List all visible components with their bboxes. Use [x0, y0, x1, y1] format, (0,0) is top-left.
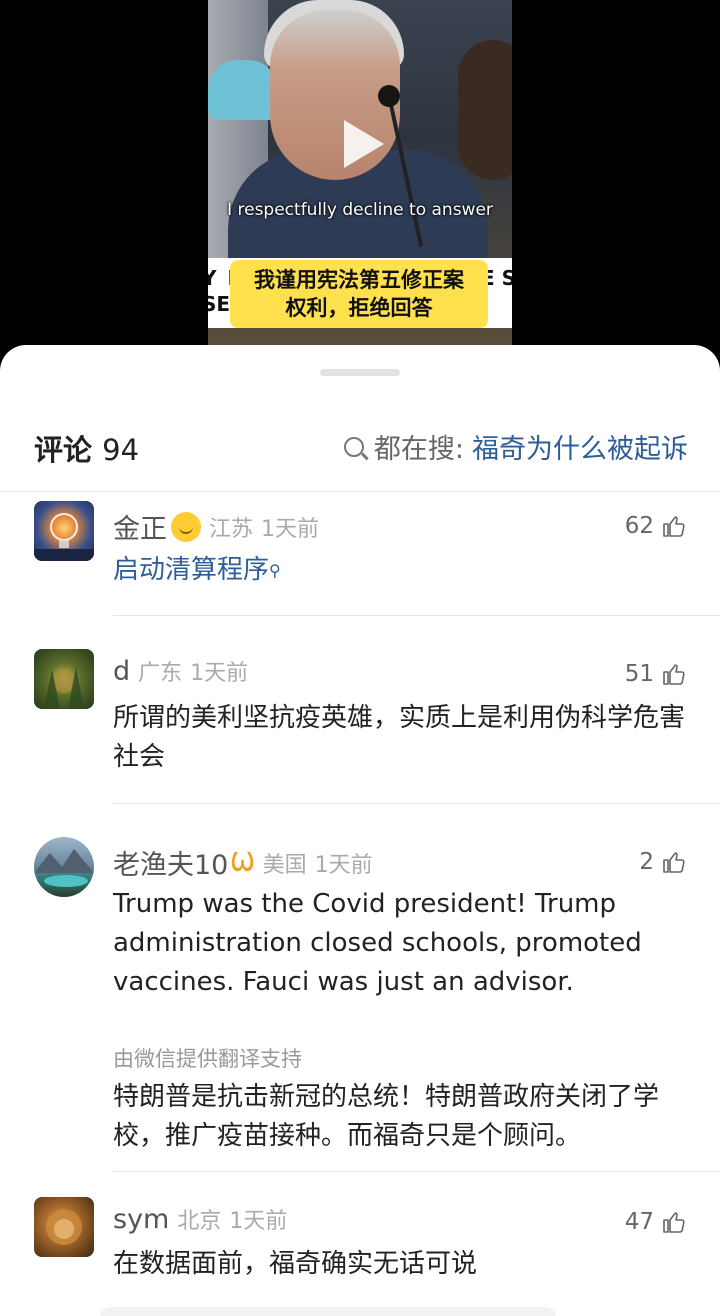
subtitle-chinese-line-2: 权利，拒绝回答 [285, 296, 433, 320]
comments-header: 评论 94 [34, 427, 139, 469]
video-area[interactable]: Y F SEC E S I respectfully decline to an… [0, 0, 720, 365]
sheet-grabber[interactable] [320, 369, 400, 376]
comment-meta: 金正 江苏 1天前 [113, 507, 319, 546]
vip-badge-icon: Ѡ [230, 847, 255, 878]
like-button[interactable]: 51 [625, 661, 686, 687]
search-query-link[interactable]: 福奇为什么被起诉 [472, 427, 688, 466]
trending-search[interactable]: 都在搜: 福奇为什么被起诉 [343, 427, 688, 466]
lightbulb-avatar-icon [34, 513, 94, 561]
comment-divider [113, 1171, 720, 1172]
hug-emoji-icon [171, 511, 201, 542]
like-button[interactable]: 47 [625, 1209, 686, 1235]
comment-item: d 广东 1天前 51 所谓的美利坚抗疫英雄，实质上是利用伪科学危害社会 [0, 649, 720, 803]
video-player[interactable]: Y F SEC E S I respectfully decline to an… [208, 0, 512, 345]
like-count: 2 [639, 849, 654, 875]
comment-meta: d 广东 1天前 [113, 655, 248, 687]
comment-meta: 老渔夫10 Ѡ 美国 1天前 [113, 843, 373, 882]
username[interactable]: 金正 [113, 507, 167, 546]
comment-link-text[interactable]: 启动清算程序 [113, 555, 269, 585]
search-icon [343, 436, 364, 457]
comment-region: 江苏 [209, 516, 254, 542]
comment-time: 1天前 [229, 1209, 288, 1234]
comments-label: 评论 [34, 433, 93, 467]
username[interactable]: 老渔夫10 [113, 843, 228, 882]
comment-translation: 特朗普是抗击新冠的总统！特朗普政府关闭了学校，推广疫苗接种。而福奇只是个顾问。 [113, 1082, 660, 1151]
comment-time: 1天前 [190, 661, 249, 686]
subtitle-english: I respectfully decline to answer [227, 200, 493, 220]
comment-item: 老渔夫10 Ѡ 美国 1天前 2 Trump was the Covid pre… [0, 837, 720, 1171]
comment-content: 在数据面前，福奇确实无话可说 [113, 1249, 478, 1279]
thumbs-up-icon [663, 852, 685, 873]
comment-meta: sym 北京 1天前 [113, 1203, 287, 1235]
comment-item: sym 北京 1天前 47 在数据面前，福奇确实无话可说 [0, 1197, 720, 1311]
like-button[interactable]: 2 [639, 849, 686, 875]
play-icon[interactable] [344, 120, 384, 168]
thumbs-up-icon [663, 1212, 685, 1233]
translation-note: 由微信提供翻译支持 [113, 1047, 302, 1071]
comment-content[interactable]: 启动清算程序⚲ [113, 551, 703, 590]
comment-divider [113, 803, 720, 804]
comments-sheet: 评论 94 都在搜: 福奇为什么被起诉 金正 江苏 1天前 62 启动清算程序⚲… [0, 345, 720, 1316]
video-person-right [458, 40, 512, 180]
search-icon: ⚲ [269, 561, 281, 580]
comment-time: 1天前 [314, 852, 373, 878]
comment-content: 所谓的美利坚抗疫英雄，实质上是利用伪科学危害社会 [113, 703, 686, 772]
comment-region: 北京 [177, 1209, 222, 1234]
username[interactable]: sym [113, 1204, 169, 1235]
comment-input-bar[interactable] [100, 1307, 556, 1316]
video-person-cap [208, 60, 278, 120]
comment-region: 美国 [262, 852, 307, 878]
comment-region: 广东 [138, 661, 183, 686]
like-count: 62 [624, 513, 654, 539]
header-divider [0, 491, 720, 492]
forest-avatar-icon [44, 667, 84, 709]
thumbs-up-icon [663, 516, 685, 537]
avatar[interactable] [34, 649, 94, 709]
search-prefix: 都在搜: [373, 434, 464, 465]
comment-divider [113, 615, 720, 616]
lion-avatar-icon [46, 1209, 82, 1245]
comment-item: 金正 江苏 1天前 62 启动清算程序⚲ [0, 501, 720, 615]
comments-count: 94 [102, 433, 140, 467]
avatar[interactable] [34, 501, 94, 561]
comment-time: 1天前 [261, 516, 320, 542]
username[interactable]: d [113, 656, 130, 687]
avatar[interactable] [34, 1197, 94, 1257]
like-count: 47 [624, 1209, 654, 1235]
mountain-lake-avatar-icon [34, 849, 94, 887]
like-count: 51 [624, 661, 654, 687]
thumbs-up-icon [663, 664, 685, 685]
subtitle-chinese-line-1: 我谨用宪法第五修正案 [254, 268, 464, 292]
like-button[interactable]: 62 [625, 513, 686, 539]
comment-content: Trump was the Covid president! Trump adm… [113, 889, 642, 997]
avatar[interactable] [34, 837, 94, 897]
microphone [378, 85, 400, 107]
subtitle-chinese: 我谨用宪法第五修正案 权利，拒绝回答 [230, 260, 488, 328]
